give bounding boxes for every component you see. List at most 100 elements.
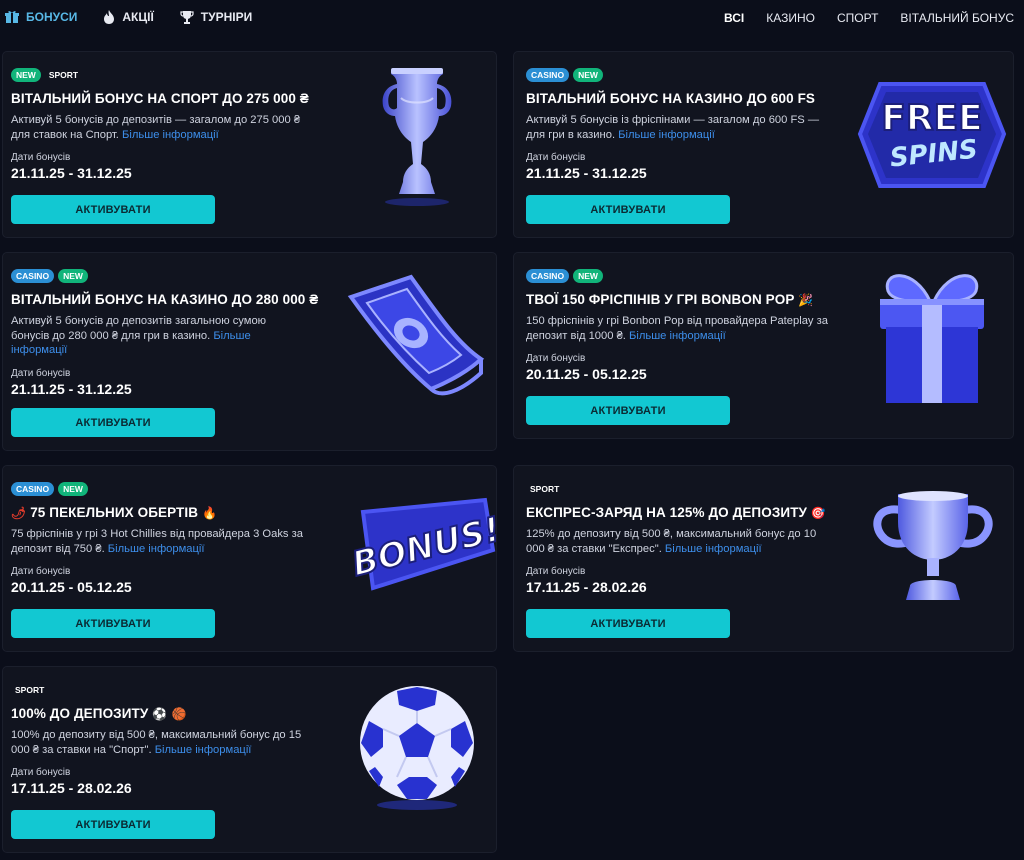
bonus-dates: 20.11.25 - 05.12.25 (526, 366, 647, 382)
tab-tournaments[interactable]: ТУРНІРИ (180, 8, 252, 26)
sport-badge: SPORT (48, 70, 79, 80)
activate-button[interactable]: АКТИВУВАТИ (526, 195, 730, 224)
filter-all[interactable]: ВСІ (724, 11, 744, 25)
bonus-title: ТВОЇ 150 ФРІСПІНІВ У ГРІ BONBON POP 🎉 (526, 292, 814, 307)
bonus-dates: 17.11.25 - 28.02.26 (11, 780, 132, 796)
activate-button[interactable]: АКТИВУВАТИ (526, 396, 730, 425)
sport-balls-icon: ⚽ 🏀 (152, 707, 187, 721)
more-info-link[interactable]: Більше інформації (122, 129, 219, 141)
bonus-card-content: NEW SPORT ВІТАЛЬНИЙ БОНУС НА СПОРТ ДО 27… (11, 67, 321, 181)
section-tabs: БОНУСИ АКЦІЇ ТУРНІРИ (0, 8, 252, 26)
gift-box-icon (874, 265, 990, 412)
bonus-description: Активуй 5 бонусів до депозитів — загалом… (11, 114, 301, 141)
bonus-card-content: SPORT 100% ДО ДЕПОЗИТУ ⚽ 🏀 100% до депоз… (11, 682, 321, 796)
filter-casino[interactable]: КАЗИНО (766, 11, 815, 25)
tab-bonuses-label: БОНУСИ (26, 10, 78, 24)
bonus-description: 100% до депозиту від 500 ₴, максимальний… (11, 729, 302, 756)
fire-emoji-icon: 🔥 (201, 506, 217, 520)
chili-icon: 🌶 (11, 506, 27, 520)
tab-bonuses[interactable]: БОНУСИ (5, 8, 77, 26)
bonus-title: 🌶 75 ПЕКЕЛЬНИХ ОБЕРТІВ 🔥 (11, 505, 217, 520)
new-badge: NEW (573, 68, 603, 82)
banknote-icon (341, 273, 491, 408)
badge-row: CASINO NEW (526, 268, 836, 284)
bonus-card-content: SPORT ЕКСПРЕС-ЗАРЯД НА 125% ДО ДЕПОЗИТУ … (526, 481, 836, 595)
bonus-dates: 20.11.25 - 05.12.25 (11, 579, 132, 595)
casino-badge: CASINO (11, 482, 55, 496)
activate-button[interactable]: АКТИВУВАТИ (11, 810, 215, 839)
bonus-card: NEW SPORT ВІТАЛЬНИЙ БОНУС НА СПОРТ ДО 27… (2, 51, 497, 238)
trophy-icon (180, 10, 194, 24)
winner-cup-icon (870, 488, 996, 615)
badge-row: CASINO NEW (526, 67, 836, 83)
new-badge: NEW (58, 482, 88, 496)
bonus-description: Активуй 5 бонусів із фріспінами — загало… (526, 114, 820, 141)
casino-badge: CASINO (526, 269, 570, 283)
bonus-title: ВІТАЛЬНИЙ БОНУС НА КАЗИНО ДО 600 FS (526, 91, 816, 106)
badge-row: CASINO NEW (11, 481, 321, 497)
bonus-card: SPORT 100% ДО ДЕПОЗИТУ ⚽ 🏀 100% до депоз… (2, 666, 497, 853)
dates-label: Дати бонусів (526, 152, 586, 163)
bonus-title: ВІТАЛЬНИЙ БОНУС НА КАЗИНО ДО 280 000 ₴ (11, 292, 319, 307)
bonus-card: CASINO NEW ВІТАЛЬНИЙ БОНУС НА КАЗИНО ДО … (2, 252, 497, 451)
activate-button[interactable]: АКТИВУВАТИ (11, 408, 215, 437)
badge-row: SPORT (11, 682, 321, 698)
bonus-title: 100% ДО ДЕПОЗИТУ ⚽ 🏀 (11, 706, 187, 721)
activate-button[interactable]: АКТИВУВАТИ (11, 195, 215, 224)
new-badge: NEW (58, 269, 88, 283)
bonus-card: CASINO NEW ВІТАЛЬНИЙ БОНУС НА КАЗИНО ДО … (513, 51, 1014, 238)
gift-icon (5, 10, 19, 24)
dates-label: Дати бонусів (11, 767, 71, 778)
bonus-filters: ВСІ КАЗИНО СПОРТ ВІТАЛЬНИЙ БОНУС (724, 11, 1014, 25)
casino-badge: CASINO (11, 269, 55, 283)
free-spins-icon: FREE SPINS (852, 76, 1012, 199)
dates-label: Дати бонусів (11, 367, 71, 379)
tab-promotions[interactable]: АКЦІЇ (103, 8, 154, 26)
badge-row: SPORT (526, 481, 836, 497)
party-icon: 🎉 (798, 293, 814, 307)
new-badge: NEW (573, 269, 603, 283)
tab-tournaments-label: ТУРНІРИ (200, 10, 253, 24)
badge-row: NEW SPORT (11, 67, 321, 83)
more-info-link[interactable]: Більше інформації (108, 543, 205, 555)
bonus-card: SPORT ЕКСПРЕС-ЗАРЯД НА 125% ДО ДЕПОЗИТУ … (513, 465, 1014, 652)
badge-row: CASINO NEW (11, 268, 321, 284)
bonus-description: 125% до депозиту від 500 ₴, максимальний… (526, 528, 817, 555)
bonus-card: CASINO NEW ТВОЇ 150 ФРІСПІНІВ У ГРІ BONB… (513, 252, 1014, 439)
filter-sport[interactable]: СПОРТ (837, 11, 878, 25)
top-navigation: БОНУСИ АКЦІЇ ТУРНІРИ ВСІ КАЗИНО СПОРТ ВІ… (0, 0, 1024, 34)
bonus-dates: 21.11.25 - 31.12.25 (526, 165, 647, 181)
more-info-link[interactable]: Більше інформації (618, 129, 715, 141)
bonus-dates: 21.11.25 - 31.12.25 (11, 380, 132, 397)
bonus-dates: 21.11.25 - 31.12.25 (11, 165, 132, 181)
soccer-ball-icon (347, 681, 487, 816)
dates-label: Дати бонусів (11, 566, 71, 577)
bonus-description: 75 фріспінів у грі 3 Hot Chillies від пр… (11, 528, 303, 555)
dates-label: Дати бонусів (11, 152, 71, 163)
bonus-description: Активуй 5 бонусів до депозитів загальною… (11, 315, 267, 356)
activate-button[interactable]: АКТИВУВАТИ (11, 609, 215, 638)
filter-welcome-bonus[interactable]: ВІТАЛЬНИЙ БОНУС (900, 11, 1014, 25)
sport-badge: SPORT (530, 484, 560, 494)
bonus-dates: 17.11.25 - 28.02.26 (526, 579, 647, 595)
sport-badge: SPORT (15, 685, 45, 695)
bonus-title: ВІТАЛЬНИЙ БОНУС НА СПОРТ ДО 275 000 ₴ (11, 91, 309, 106)
bonus-sign-icon: BONUS! (339, 494, 496, 599)
dates-label: Дати бонусів (526, 566, 586, 577)
dates-label: Дати бонусів (526, 353, 586, 364)
bonus-card-content: CASINO NEW ВІТАЛЬНИЙ БОНУС НА КАЗИНО ДО … (11, 268, 321, 397)
fire-icon (103, 10, 115, 24)
casino-badge: CASINO (526, 68, 570, 82)
more-info-link[interactable]: Більше інформації (629, 330, 726, 342)
tab-promotions-label: АКЦІЇ (122, 10, 154, 24)
bonus-card-content: CASINO NEW ТВОЇ 150 ФРІСПІНІВ У ГРІ BONB… (526, 268, 836, 382)
new-badge: NEW (11, 68, 41, 82)
bonus-description: 150 фріспінів у грі Bonbon Pop від прова… (526, 315, 828, 342)
free-spins-text-top: FREE (881, 98, 983, 139)
bonus-card: CASINO NEW 🌶 75 ПЕКЕЛЬНИХ ОБЕРТІВ 🔥 75 ф… (2, 465, 497, 652)
bonus-card-content: CASINO NEW 🌶 75 ПЕКЕЛЬНИХ ОБЕРТІВ 🔥 75 ф… (11, 481, 321, 595)
activate-button[interactable]: АКТИВУВАТИ (526, 609, 730, 638)
trophy-cup-icon (377, 64, 457, 211)
more-info-link[interactable]: Більше інформації (155, 744, 252, 756)
more-info-link[interactable]: Більше інформації (665, 543, 762, 555)
